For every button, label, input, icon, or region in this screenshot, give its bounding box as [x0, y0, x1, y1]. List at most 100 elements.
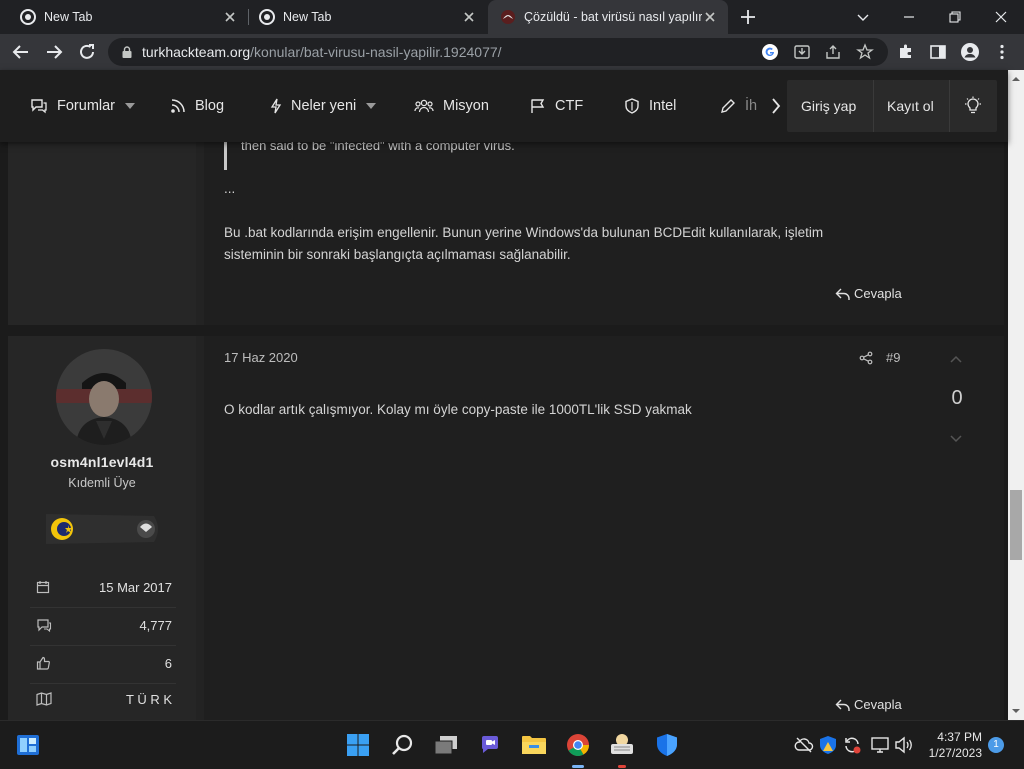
- reply-label: Cevapla: [854, 286, 902, 301]
- scrollbar-track[interactable]: [1008, 70, 1024, 720]
- nav-label: Neler yeni: [291, 98, 357, 114]
- security-warning-icon[interactable]: [818, 735, 838, 755]
- nav-item-forumlar[interactable]: Forumlar: [30, 96, 136, 116]
- caret-down-icon[interactable]: [366, 103, 377, 109]
- avatar[interactable]: [56, 349, 152, 445]
- theme-toggle-button[interactable]: [963, 80, 983, 132]
- google-icon[interactable]: [761, 43, 779, 61]
- tab-new-tab-1[interactable]: New Tab: [0, 0, 249, 34]
- widgets-button[interactable]: [14, 731, 42, 759]
- close-window-button[interactable]: [978, 0, 1024, 34]
- back-button[interactable]: [9, 40, 33, 64]
- volume-icon[interactable]: [894, 735, 914, 755]
- defender-button[interactable]: [653, 731, 681, 759]
- minimize-icon: [904, 16, 914, 18]
- nav-item-ctf[interactable]: CTF: [530, 96, 583, 116]
- stat-reactions: 6: [36, 651, 172, 675]
- divider: [30, 645, 176, 646]
- post-date[interactable]: 17 Haz 2020: [224, 347, 298, 369]
- tab-new-tab-2[interactable]: New Tab: [239, 0, 487, 34]
- chrome-taskbar-button[interactable]: [564, 731, 592, 759]
- extensions-button[interactable]: [894, 40, 918, 64]
- search-button[interactable]: [389, 731, 417, 759]
- share-icon[interactable]: [859, 351, 873, 365]
- start-button[interactable]: [344, 731, 372, 759]
- minimize-button[interactable]: [886, 0, 932, 34]
- divider: [30, 683, 176, 684]
- chevron-down-icon[interactable]: [947, 432, 965, 446]
- clock-time: 4:37 PM: [937, 730, 982, 744]
- nav-item-blog[interactable]: Blog: [170, 96, 224, 116]
- flag-icon: [531, 99, 545, 113]
- cloud-offline-icon[interactable]: [794, 735, 814, 755]
- browser-toolbar: turkhackteam.org/konular/bat-virusu-nasi…: [0, 34, 1024, 70]
- stat-location: T Ü R K: [36, 687, 172, 711]
- reload-button[interactable]: [75, 40, 99, 64]
- close-icon[interactable]: [461, 9, 477, 25]
- post-number[interactable]: #9: [886, 347, 900, 369]
- star-icon[interactable]: [856, 43, 874, 61]
- login-button[interactable]: Giriş yap: [801, 80, 856, 132]
- display-icon[interactable]: [870, 735, 890, 755]
- register-button[interactable]: Kayıt ol: [887, 80, 934, 132]
- stat-joined: 15 Mar 2017: [36, 575, 172, 599]
- side-panel-button[interactable]: [926, 40, 950, 64]
- chevron-up-icon[interactable]: [947, 352, 965, 366]
- tab-search-button[interactable]: [840, 0, 886, 34]
- nav-item-ih[interactable]: İh: [720, 96, 762, 116]
- caret-down-icon[interactable]: [125, 103, 136, 109]
- post-text: O kodlar artık çalışmıyor. Kolay mı öyle…: [224, 402, 692, 417]
- lock-icon[interactable]: [120, 45, 134, 59]
- login-label: Giriş yap: [801, 98, 857, 114]
- username[interactable]: osm4nl1evl4d1: [8, 454, 196, 470]
- comments-icon: [31, 99, 47, 114]
- task-view-button[interactable]: [432, 731, 460, 759]
- scroll-down-arrow-icon[interactable]: [1011, 706, 1021, 716]
- teams-chat-button[interactable]: [476, 731, 504, 759]
- url-text[interactable]: turkhackteam.org/konular/bat-virusu-nasi…: [142, 44, 502, 60]
- nav-item-neler-yeni[interactable]: Neler yeni: [270, 96, 377, 116]
- nav-label: Forumlar: [57, 98, 116, 114]
- forward-button[interactable]: [42, 40, 66, 64]
- reply-button[interactable]: Cevapla: [835, 697, 902, 712]
- install-icon[interactable]: [793, 43, 811, 61]
- chevron-down-icon: [857, 14, 869, 21]
- nav-item-misyon[interactable]: Misyon: [414, 96, 489, 116]
- message-count: 4,777: [139, 617, 172, 633]
- scrollbar-thumb[interactable]: [1010, 490, 1022, 560]
- kebab-menu-icon: [1000, 44, 1004, 60]
- post-text-line: Bu .bat kodlarında erişim engellenir. Bu…: [224, 225, 824, 240]
- address-bar[interactable]: turkhackteam.org/konular/bat-virusu-nasi…: [108, 38, 888, 66]
- post-text-line: sisteminin bir sonraki başlangıçta açılm…: [224, 247, 571, 262]
- tab-title: New Tab: [283, 10, 332, 24]
- divider: [873, 80, 874, 132]
- reply-icon: [835, 288, 850, 300]
- sync-icon[interactable]: [842, 735, 862, 755]
- nav-item-intel[interactable]: Intel: [624, 96, 676, 116]
- vote-count: 0: [951, 387, 963, 409]
- tab-active[interactable]: Çözüldü - bat virüsü nasıl yapılır |: [488, 0, 728, 34]
- share-icon[interactable]: [824, 43, 842, 61]
- clock[interactable]: 4:37 PM 1/27/2023: [920, 729, 982, 761]
- chevron-right-icon[interactable]: [771, 98, 781, 114]
- new-tab-icon[interactable]: [738, 7, 758, 27]
- tab-title: Çözüldü - bat virüsü nasıl yapılır |: [524, 10, 702, 24]
- users-icon: [414, 99, 434, 113]
- reply-button[interactable]: Cevapla: [835, 286, 902, 301]
- divider: [949, 80, 950, 132]
- scroll-up-arrow-icon[interactable]: [1011, 74, 1021, 84]
- stat-messages: 4,777: [36, 613, 172, 637]
- file-explorer-button[interactable]: [520, 731, 548, 759]
- bolt-icon: [270, 98, 282, 114]
- close-icon[interactable]: [222, 9, 238, 25]
- nav-label: Intel: [649, 98, 677, 114]
- restore-button[interactable]: [932, 0, 978, 34]
- app-taskbar-button[interactable]: [608, 731, 636, 759]
- profile-button[interactable]: [958, 40, 982, 64]
- notification-badge[interactable]: 1: [988, 737, 1004, 753]
- close-icon[interactable]: [702, 9, 718, 25]
- url-host: turkhackteam.org: [142, 44, 251, 60]
- task-view-icon: [434, 736, 457, 755]
- chrome-icon: [259, 9, 275, 25]
- menu-button[interactable]: [990, 40, 1014, 64]
